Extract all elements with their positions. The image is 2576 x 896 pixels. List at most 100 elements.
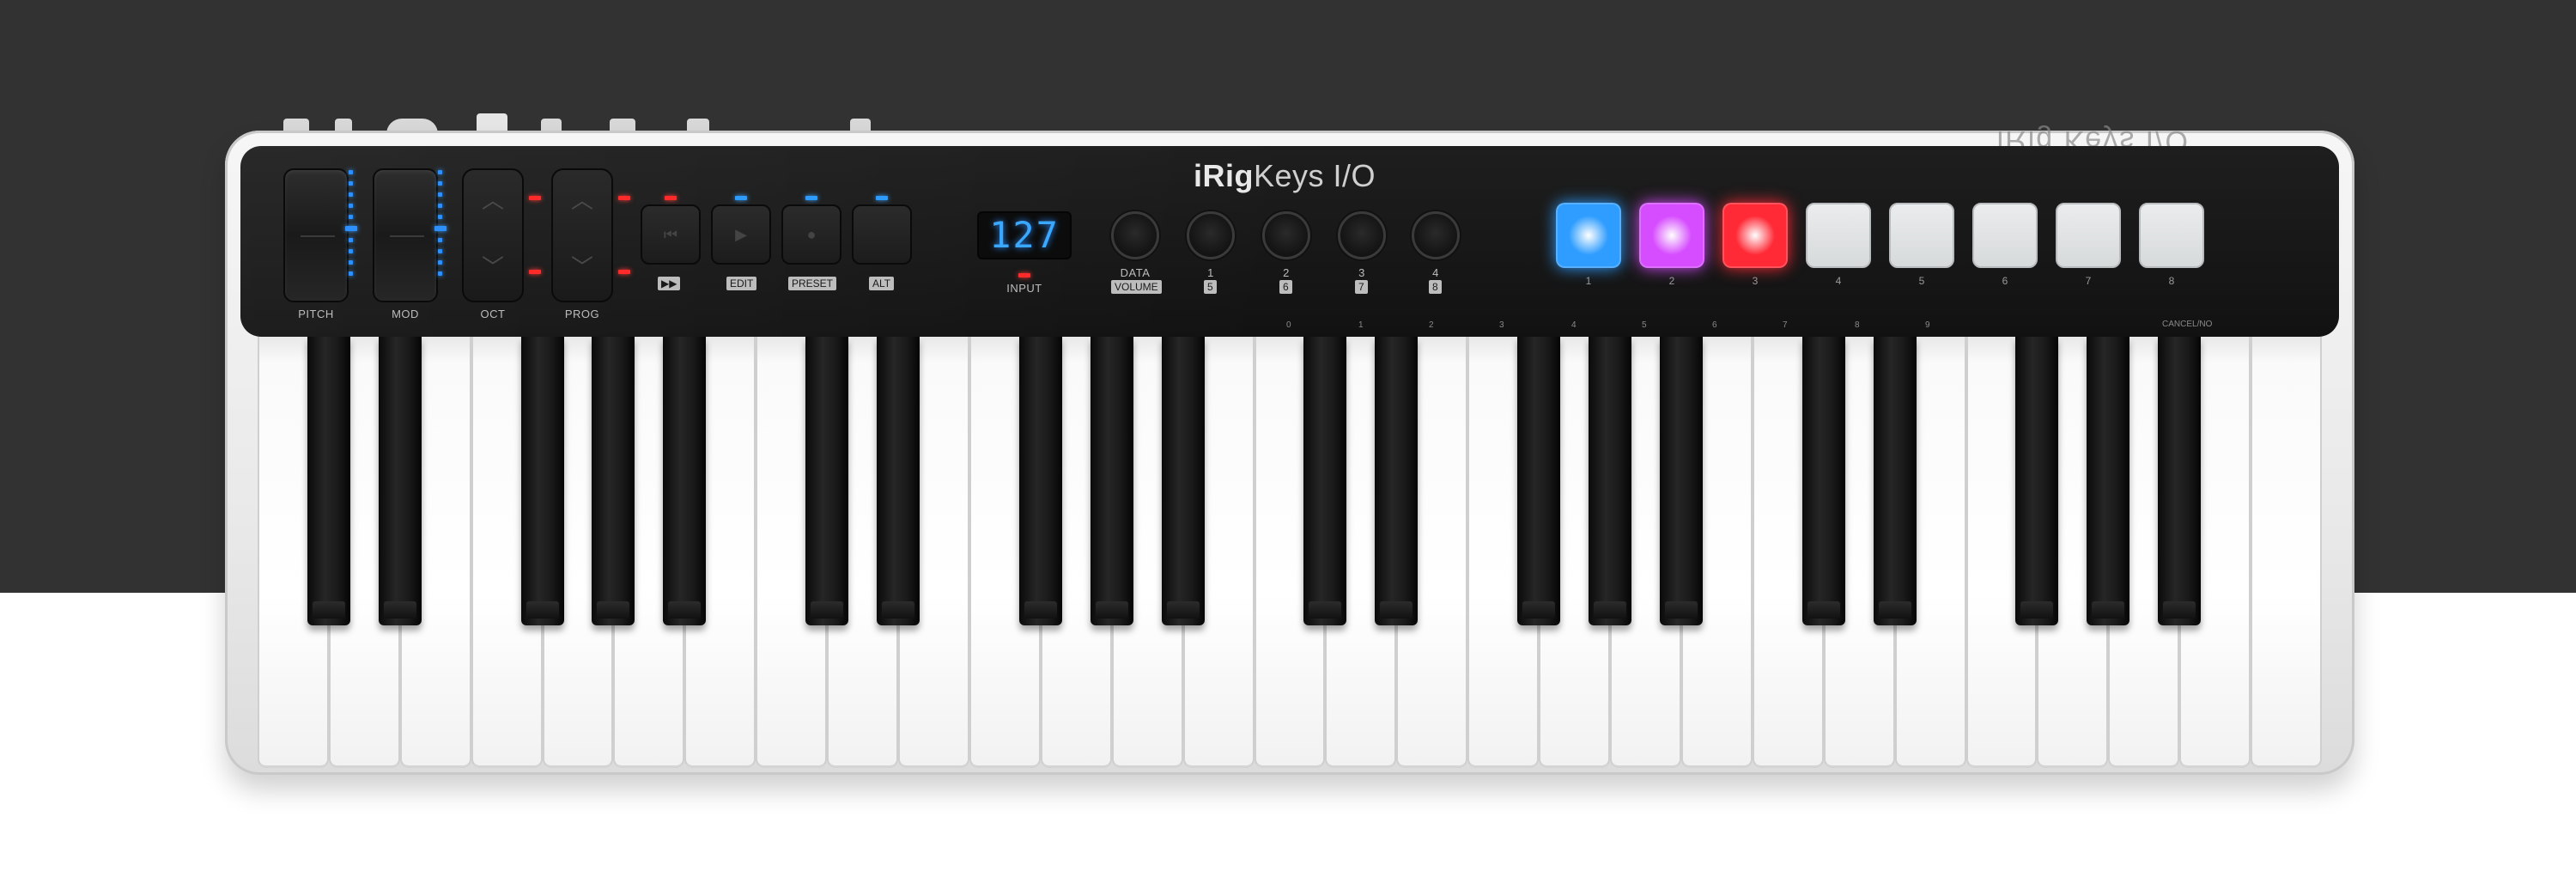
black-key[interactable] <box>378 337 422 625</box>
black-key[interactable] <box>877 337 920 625</box>
led-display: 127 <box>977 211 1072 259</box>
preset-led <box>805 196 817 200</box>
pad-4[interactable] <box>1806 203 1871 268</box>
alt-led <box>876 196 888 200</box>
chevron-up-icon: ︿ <box>481 187 504 213</box>
key-tick-5: 5 <box>1642 320 1647 330</box>
knob-1-label: 1 <box>1207 266 1214 279</box>
black-key[interactable] <box>805 337 849 625</box>
edit-led <box>735 196 747 200</box>
pad-5[interactable] <box>1889 203 1954 268</box>
skip-icon: ⏮ <box>663 226 678 243</box>
knob-2-alt-label: 6 <box>1279 280 1292 294</box>
black-key[interactable] <box>1801 337 1845 625</box>
volume-label: VOLUME <box>1111 280 1162 294</box>
chevron-down-icon: ﹀ <box>481 254 504 280</box>
alt-label: ALT <box>869 277 895 290</box>
black-key[interactable] <box>2087 337 2130 625</box>
pitch-led-meter <box>345 170 357 290</box>
oct-down-led <box>529 270 541 274</box>
knob-4[interactable] <box>1412 211 1460 259</box>
black-key[interactable] <box>1303 337 1347 625</box>
black-key[interactable] <box>1090 337 1133 625</box>
input-label: INPUT <box>1006 282 1042 295</box>
pad-6-label: 6 <box>2002 275 2008 287</box>
transport-button[interactable]: ⏮ <box>641 204 701 265</box>
oct-label: OCT <box>480 308 506 320</box>
black-key[interactable] <box>2158 337 2202 625</box>
key-tick-3: 3 <box>1499 320 1504 330</box>
white-key[interactable] <box>2251 337 2322 768</box>
record-icon: ● <box>806 226 817 243</box>
prog-up-led <box>618 196 630 200</box>
knob-3-label: 3 <box>1358 266 1365 279</box>
transport-label: ▶▶ <box>658 277 681 290</box>
edit-button[interactable]: ▶ <box>711 204 771 265</box>
oct-up-led <box>529 196 541 200</box>
prog-down-led <box>618 270 630 274</box>
black-key[interactable] <box>1659 337 1703 625</box>
input-led <box>1018 273 1030 277</box>
alt-button[interactable] <box>852 204 912 265</box>
black-key[interactable] <box>1873 337 1917 625</box>
octave-rocker[interactable]: ︿ ﹀ <box>462 168 524 302</box>
pad-8[interactable] <box>2139 203 2204 268</box>
black-key[interactable] <box>520 337 564 625</box>
knob-4-alt-label: 8 <box>1429 280 1442 294</box>
black-key[interactable] <box>307 337 350 625</box>
edit-label: EDIT <box>726 277 757 290</box>
key-tick-9: 9 <box>1925 320 1930 330</box>
keybed <box>258 337 2322 768</box>
program-rocker[interactable]: ︿ ﹀ <box>551 168 613 302</box>
pad-8-label: 8 <box>2168 275 2175 287</box>
knob-4-label: 4 <box>1432 266 1439 279</box>
pad-6[interactable] <box>1972 203 2038 268</box>
knob-3-alt-label: 7 <box>1355 280 1368 294</box>
knob-1-alt-label: 5 <box>1204 280 1217 294</box>
key-tick-7: 7 <box>1783 320 1788 330</box>
key-tick-0: 0 <box>1286 320 1291 330</box>
key-tick-8: 8 <box>1855 320 1860 330</box>
key-tick-6: 6 <box>1712 320 1717 330</box>
mod-wheel[interactable] <box>373 168 438 302</box>
pad-2-label: 2 <box>1668 275 1675 287</box>
preset-label: PRESET <box>788 277 837 290</box>
prog-label: PROG <box>564 308 600 320</box>
pad-3[interactable] <box>1722 203 1788 268</box>
mod-label: MOD <box>392 308 419 320</box>
pad-7-label: 7 <box>2085 275 2092 287</box>
pitch-label: PITCH <box>298 308 334 320</box>
pad-3-label: 3 <box>1752 275 1759 287</box>
knob-1[interactable] <box>1187 211 1235 259</box>
black-key[interactable] <box>592 337 635 625</box>
pitch-wheel[interactable] <box>283 168 349 302</box>
knob-2-label: 2 <box>1283 266 1290 279</box>
chevron-down-icon: ﹀ <box>570 254 593 280</box>
black-key[interactable] <box>663 337 707 625</box>
knob-2[interactable] <box>1262 211 1310 259</box>
knob-3[interactable] <box>1338 211 1386 259</box>
chevron-up-icon: ︿ <box>570 187 593 213</box>
black-key[interactable] <box>1375 337 1419 625</box>
data-knob[interactable] <box>1111 211 1159 259</box>
play-icon: ▶ <box>735 226 747 243</box>
brand-logo: iRigKeys I/O <box>1194 158 1376 193</box>
cancel-label: CANCEL/NO <box>2162 320 2213 329</box>
black-key[interactable] <box>1161 337 1205 625</box>
key-tick-1: 1 <box>1358 320 1364 330</box>
transport-led <box>665 196 677 200</box>
black-key[interactable] <box>1589 337 1632 625</box>
black-key[interactable] <box>1018 337 1062 625</box>
pad-4-label: 4 <box>1835 275 1842 287</box>
black-key[interactable] <box>1517 337 1561 625</box>
key-tick-4: 4 <box>1571 320 1577 330</box>
pad-1-label: 1 <box>1585 275 1592 287</box>
preset-button[interactable]: ● <box>781 204 841 265</box>
black-key[interactable] <box>2015 337 2059 625</box>
pad-5-label: 5 <box>1918 275 1925 287</box>
pad-2[interactable] <box>1639 203 1704 268</box>
pad-7[interactable] <box>2056 203 2121 268</box>
pad-1[interactable] <box>1556 203 1621 268</box>
data-label: DATA <box>1120 266 1151 279</box>
key-tick-2: 2 <box>1429 320 1434 330</box>
